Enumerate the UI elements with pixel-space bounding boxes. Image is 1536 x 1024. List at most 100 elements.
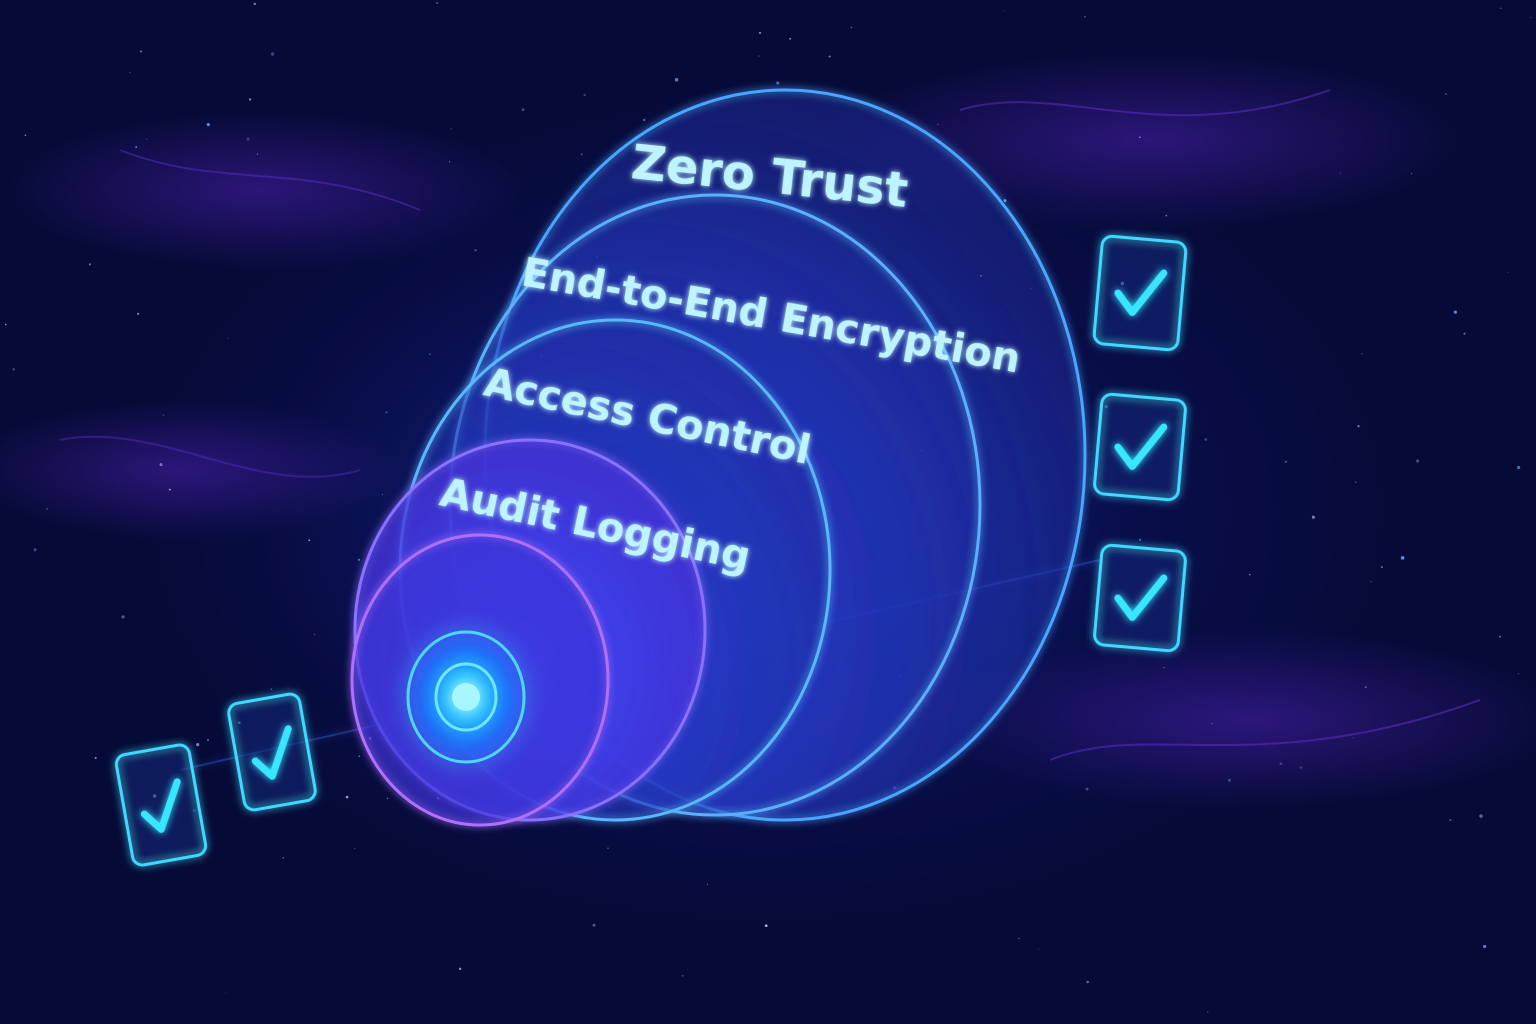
star [308, 539, 311, 542]
star [129, 71, 131, 74]
star [270, 688, 273, 691]
star [4, 323, 7, 326]
star [1165, 214, 1168, 217]
star [1204, 438, 1208, 441]
star [196, 743, 200, 747]
star [1463, 332, 1466, 335]
star [764, 924, 768, 928]
star [135, 146, 138, 149]
star [449, 161, 451, 163]
star [1364, 686, 1367, 688]
star [828, 55, 831, 58]
star [758, 55, 760, 57]
star [1340, 172, 1342, 174]
star [1163, 667, 1165, 669]
star [1483, 944, 1487, 949]
star [429, 353, 431, 355]
star [1284, 460, 1287, 463]
star [458, 967, 462, 971]
star [88, 263, 91, 266]
star [1311, 515, 1315, 519]
star [1415, 459, 1420, 463]
star [1445, 93, 1447, 95]
star [1085, 787, 1089, 791]
star [33, 548, 37, 552]
star [1086, 980, 1089, 984]
star [1352, 737, 1354, 739]
checkbox-checked-icon [1093, 543, 1187, 653]
diagram-canvas: Zero Trust End-to-End Encryption Access … [0, 1, 1536, 1013]
star [159, 463, 163, 467]
star [121, 615, 125, 619]
star [256, 153, 259, 155]
star [1380, 565, 1384, 569]
star [1003, 199, 1007, 203]
star [282, 856, 285, 859]
star [1003, 10, 1005, 12]
star [642, 118, 646, 122]
star [1400, 556, 1405, 560]
star [1354, 481, 1357, 483]
star [776, 81, 780, 85]
star [1449, 819, 1452, 822]
star [1479, 814, 1483, 818]
star [789, 37, 792, 40]
star [1018, 938, 1020, 940]
star [1138, 538, 1142, 541]
star [607, 847, 609, 849]
star [358, 559, 360, 561]
star [592, 923, 596, 927]
star [206, 738, 210, 742]
star [94, 756, 97, 759]
star [1299, 766, 1303, 769]
star [1357, 425, 1360, 428]
star [248, 98, 252, 101]
checkbox-checked-icon [1092, 234, 1188, 352]
security-layers-diagram: Zero Trust End-to-End Encryption Access … [0, 0, 1536, 1024]
star [353, 847, 356, 850]
checkbox-checked-icon [227, 692, 317, 812]
star [1499, 636, 1501, 638]
star [1500, 7, 1502, 9]
star [682, 975, 684, 977]
star [436, 1, 439, 5]
star [1410, 173, 1413, 175]
star [1207, 1011, 1209, 1013]
star [1279, 762, 1283, 765]
checkbox-checked-icon [1093, 392, 1187, 502]
star [227, 337, 229, 339]
star [24, 134, 27, 137]
core-node [406, 630, 526, 764]
star [386, 797, 389, 800]
star [521, 108, 525, 112]
star [1370, 581, 1372, 583]
star [46, 507, 49, 510]
star [1084, 15, 1086, 18]
star [1211, 722, 1213, 725]
star [1507, 272, 1509, 273]
star [1227, 778, 1231, 782]
star [1453, 310, 1458, 314]
star [246, 137, 250, 141]
star [385, 411, 388, 414]
star [137, 312, 140, 315]
star [758, 31, 762, 35]
star [1516, 465, 1521, 470]
star [1248, 573, 1251, 576]
star [206, 123, 210, 127]
star [450, 128, 452, 130]
star [674, 78, 679, 82]
star [358, 755, 361, 758]
star [146, 138, 148, 140]
star [381, 494, 383, 496]
star [314, 633, 316, 635]
star [706, 883, 709, 885]
star [580, 153, 583, 156]
star [168, 488, 171, 491]
star [1530, 16, 1532, 18]
star [1517, 673, 1520, 675]
star [270, 52, 275, 56]
star [937, 123, 939, 126]
star [225, 992, 227, 994]
star [253, 2, 257, 6]
